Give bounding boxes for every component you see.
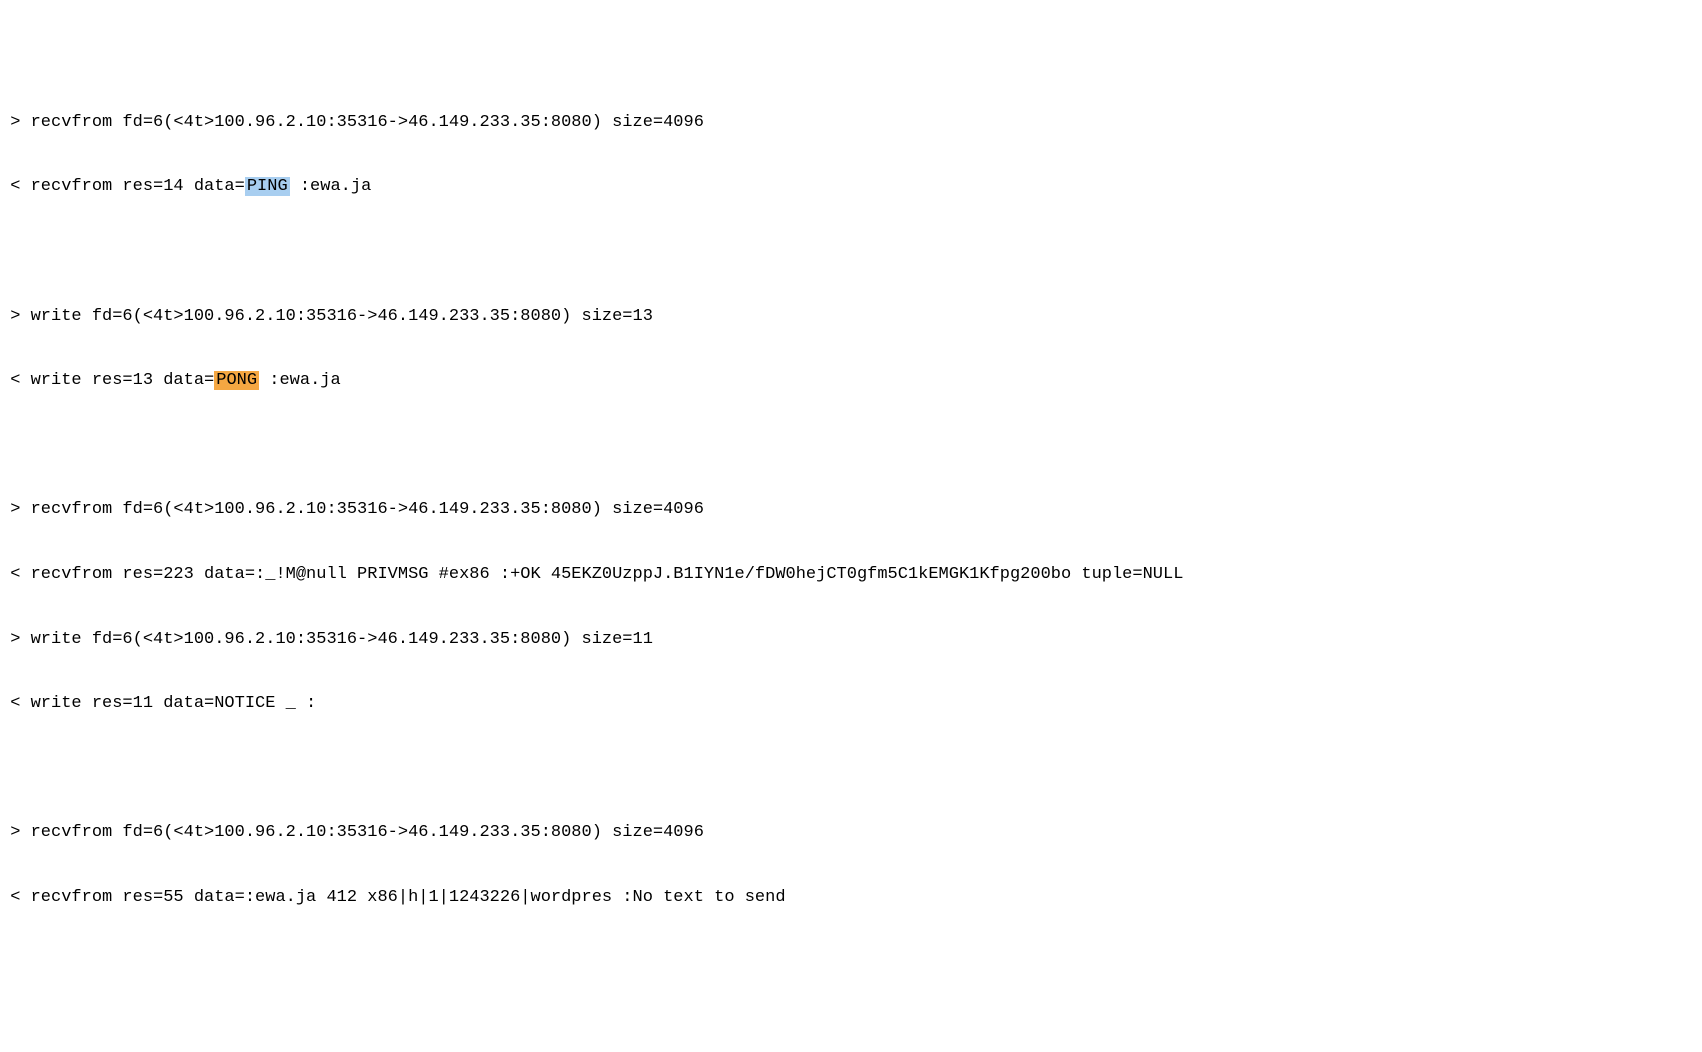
blank-line — [0, 236, 1702, 268]
trace-prefix: < recvfrom res=14 data= — [0, 177, 245, 196]
trace-suffix: :ewa.ja — [290, 177, 372, 196]
trace-line: > write fd=6(<4t>100.96.2.10:35316->46.1… — [0, 301, 1702, 333]
highlight-pong: PONG — [214, 371, 259, 390]
highlight-ping: PING — [245, 177, 290, 196]
trace-line: < write res=11 data=NOTICE _ : — [0, 688, 1702, 720]
trace-line: > recvfrom fd=6(<4t>100.96.2.10:35316->4… — [0, 107, 1702, 139]
trace-line: < recvfrom res=223 data=:_!M@null PRIVMS… — [0, 559, 1702, 591]
trace-suffix: :ewa.ja — [259, 371, 341, 390]
trace-line: > write fd=6(<4t>100.96.2.10:35316->46.1… — [0, 624, 1702, 656]
trace-line: < recvfrom res=55 data=:ewa.ja 412 x86|h… — [0, 882, 1702, 914]
trace-prefix: < write res=13 data= — [0, 371, 214, 390]
trace-line: > recvfrom fd=6(<4t>100.96.2.10:35316->4… — [0, 494, 1702, 526]
blank-line — [0, 430, 1702, 462]
blank-line — [0, 753, 1702, 785]
trace-line: < recvfrom res=14 data=PING :ewa.ja — [0, 171, 1702, 203]
trace-line: > recvfrom fd=6(<4t>100.96.2.10:35316->4… — [0, 817, 1702, 849]
trace-line: < write res=13 data=PONG :ewa.ja — [0, 365, 1702, 397]
